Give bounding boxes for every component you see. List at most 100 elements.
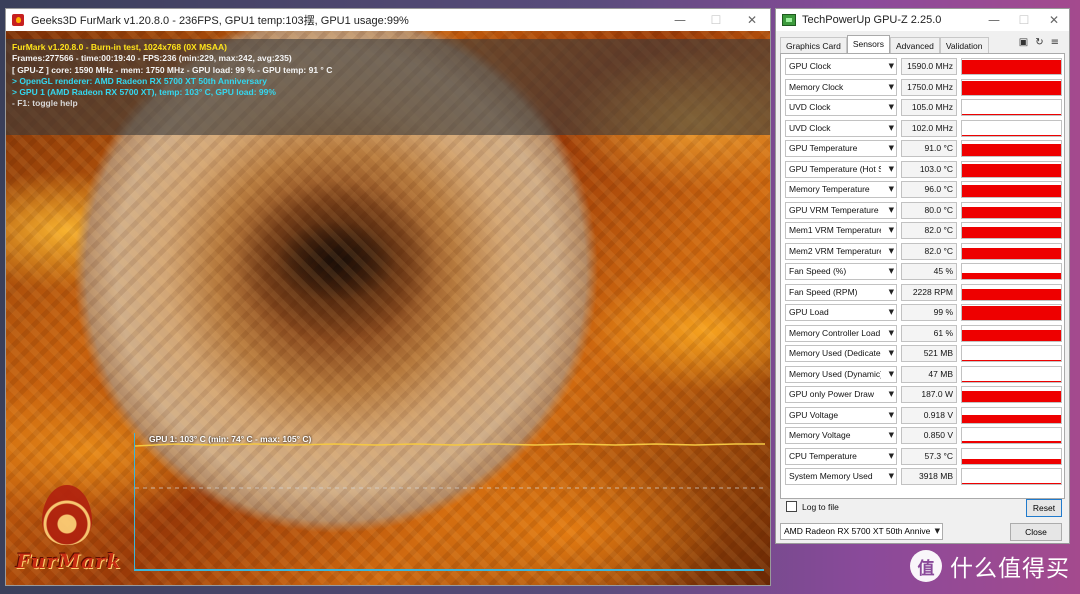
- sensor-row: GPU Temperature ▼ 91.0 °C: [785, 140, 1062, 157]
- gpuz-close-button[interactable]: ✕: [1039, 9, 1069, 31]
- sensor-label-dropdown[interactable]: GPU only Power Draw ▼: [785, 386, 897, 403]
- sensor-value: 47 MB: [901, 365, 957, 383]
- chevron-down-icon: ▼: [888, 410, 894, 419]
- chevron-down-icon: ▼: [888, 62, 894, 70]
- tab-validation[interactable]: Validation: [939, 37, 989, 53]
- furmark-window: Geeks3D FurMark v1.20.8.0 - 236FPS, GPU1…: [5, 8, 771, 586]
- sensor-graph: [961, 447, 1062, 465]
- watermark-text: 什么值得买: [950, 556, 1070, 582]
- sensor-label-dropdown[interactable]: CPU Temperature ▼: [785, 447, 897, 465]
- sensor-row: Fan Speed (%) ▼ 45 %: [785, 263, 1062, 280]
- gpuz-minimize-button[interactable]: —: [979, 9, 1009, 31]
- sensor-label-dropdown[interactable]: Memory Temperature ▼: [785, 181, 897, 198]
- chevron-down-icon: ▼: [888, 308, 894, 316]
- sensor-label-dropdown[interactable]: Memory Clock ▼: [785, 78, 897, 96]
- sensor-value: 2228 RPM: [901, 283, 957, 301]
- sensor-label-dropdown[interactable]: UVD Clock ▼: [785, 119, 897, 137]
- sensor-graph: [961, 324, 1062, 342]
- sensor-label: Memory Used (Dynamic): [789, 368, 881, 379]
- sensor-row: Fan Speed (RPM) ▼ 2228 RPM: [785, 283, 1062, 301]
- sensor-graph-fill: [962, 288, 1061, 300]
- sensor-label: Mem1 VRM Temperature: [789, 225, 881, 235]
- sensor-label-dropdown[interactable]: Fan Speed (RPM) ▼: [785, 283, 897, 301]
- sensor-value: 1590.0 MHz: [901, 58, 957, 75]
- sensor-label: GPU Temperature (Hot Spot): [789, 163, 881, 174]
- log-to-file-checkbox[interactable]: [786, 501, 797, 512]
- sensor-row: GPU Clock ▼ 1590.0 MHz: [785, 58, 1062, 75]
- tab-graphics-card[interactable]: Graphics Card: [780, 37, 847, 53]
- menu-icon[interactable]: ≡: [1051, 37, 1059, 48]
- gpuz-maximize-button[interactable]: ☐: [1009, 9, 1039, 31]
- close-button[interactable]: ✕: [734, 9, 770, 31]
- sensor-label-dropdown[interactable]: GPU Voltage ▼: [785, 406, 897, 424]
- sensor-label-dropdown[interactable]: GPU VRM Temperature ▼: [785, 201, 897, 219]
- sensor-graph: [961, 386, 1062, 403]
- sensor-graph: [961, 58, 1062, 75]
- refresh-icon[interactable]: ↻: [1035, 37, 1043, 48]
- sensor-graph-fill: [962, 163, 1061, 177]
- sensor-row: GPU VRM Temperature ▼ 80.0 °C: [785, 201, 1062, 219]
- sensor-label-dropdown[interactable]: Mem1 VRM Temperature ▼: [785, 222, 897, 239]
- sensor-value: 105.0 MHz: [901, 99, 957, 116]
- sensor-row: Memory Clock ▼ 1750.0 MHz: [785, 78, 1062, 96]
- sensor-graph-fill: [962, 360, 1061, 361]
- chevron-down-icon: ▼: [888, 451, 894, 460]
- chevron-down-icon: ▼: [888, 390, 894, 398]
- chevron-down-icon: ▼: [888, 164, 894, 173]
- sensor-label-dropdown[interactable]: Memory Used (Dynamic) ▼: [785, 365, 897, 383]
- sensor-label-dropdown[interactable]: Memory Used (Dedicated) ▼: [785, 345, 897, 362]
- sensor-graph-fill: [962, 80, 1061, 95]
- overlay-gpuz-line: [ GPU-Z ] core: 1590 MHz - mem: 1750 MHz…: [12, 64, 333, 75]
- sensor-label-dropdown[interactable]: GPU Clock ▼: [785, 58, 897, 75]
- sensor-graph-fill: [962, 483, 1061, 484]
- chevron-down-icon: ▼: [888, 123, 894, 132]
- sensor-graph: [961, 222, 1062, 239]
- tab-advanced[interactable]: Advanced: [890, 37, 940, 53]
- log-to-file[interactable]: Log to file: [786, 501, 839, 512]
- minimize-button[interactable]: —: [662, 9, 698, 31]
- sensor-graph: [961, 406, 1062, 424]
- sensor-graph-fill: [962, 227, 1061, 238]
- sensor-row: Memory Temperature ▼ 96.0 °C: [785, 181, 1062, 198]
- gpu-select[interactable]: AMD Radeon RX 5700 XT 50th Anniversary ▼: [780, 523, 943, 540]
- gpuz-titlebar[interactable]: TechPowerUp GPU-Z 2.25.0 — ☐ ✕: [776, 9, 1069, 31]
- sensor-value: 57.3 °C: [901, 447, 957, 465]
- sensor-label: UVD Clock: [789, 102, 831, 112]
- sensor-row: System Memory Used ▼ 3918 MB: [785, 468, 1062, 485]
- sensor-row: CPU Temperature ▼ 57.3 °C: [785, 447, 1062, 465]
- reset-button[interactable]: Reset: [1026, 499, 1062, 517]
- sensor-label-dropdown[interactable]: UVD Clock ▼: [785, 99, 897, 116]
- sensor-label: Memory Used (Dedicated): [789, 348, 881, 358]
- sensor-row: GPU Voltage ▼ 0.918 V: [785, 406, 1062, 424]
- furmark-app-icon: [12, 14, 24, 26]
- sensor-label: Fan Speed (%): [789, 266, 847, 276]
- sensor-label-dropdown[interactable]: System Memory Used ▼: [785, 468, 897, 485]
- sensor-row: Memory Controller Load ▼ 61 %: [785, 324, 1062, 342]
- sensor-graph-fill: [962, 441, 1061, 443]
- furmark-logo: FurMark: [14, 481, 124, 579]
- chevron-down-icon: ▼: [888, 144, 894, 152]
- close-dialog-button[interactable]: Close: [1010, 523, 1062, 541]
- tab-sensors[interactable]: Sensors: [846, 35, 890, 53]
- maximize-button[interactable]: ☐: [698, 9, 734, 31]
- furmark-titlebar[interactable]: Geeks3D FurMark v1.20.8.0 - 236FPS, GPU1…: [6, 9, 770, 31]
- sensor-label: GPU only Power Draw: [789, 389, 875, 399]
- camera-icon[interactable]: ▣: [1019, 37, 1028, 48]
- sensor-graph: [961, 263, 1062, 280]
- sensor-label-dropdown[interactable]: Fan Speed (%) ▼: [785, 263, 897, 280]
- sensor-label-dropdown[interactable]: GPU Temperature ▼: [785, 140, 897, 157]
- sensor-label-dropdown[interactable]: Memory Voltage ▼: [785, 427, 897, 444]
- sensor-value: 82.0 °C: [901, 222, 957, 239]
- chevron-down-icon: ▼: [888, 349, 894, 357]
- sensor-label-dropdown[interactable]: Memory Controller Load ▼: [785, 324, 897, 342]
- sensor-row: Mem2 VRM Temperature ▼ 82.0 °C: [785, 242, 1062, 260]
- sensor-label: Mem2 VRM Temperature: [789, 245, 881, 256]
- sensor-graph: [961, 119, 1062, 137]
- sensor-value: 0.850 V: [901, 427, 957, 444]
- sensor-label-dropdown[interactable]: GPU Temperature (Hot Spot) ▼: [785, 160, 897, 178]
- overlay-frames-line: Frames:277566 - time:00:19:40 - FPS:236 …: [12, 53, 292, 64]
- sensor-label-dropdown[interactable]: GPU Load ▼: [785, 304, 897, 321]
- sensor-label-dropdown[interactable]: Mem2 VRM Temperature ▼: [785, 242, 897, 260]
- overlay-gpu1-line: > GPU 1 (AMD Radeon RX 5700 XT), temp: 1…: [12, 87, 276, 98]
- sensor-label: GPU Voltage: [789, 409, 839, 420]
